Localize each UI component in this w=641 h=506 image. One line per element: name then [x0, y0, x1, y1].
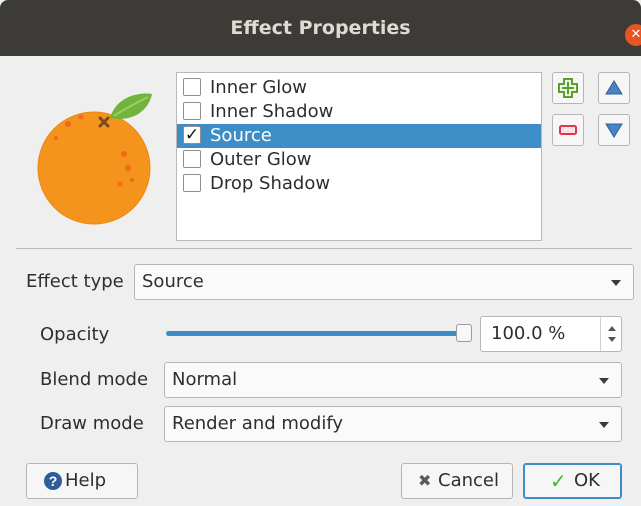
blend-mode-value: Normal [172, 369, 238, 390]
move-down-button[interactable] [598, 114, 630, 146]
effect-type-label: Effect type [26, 271, 124, 292]
cancel-button-label: Cancel [438, 470, 499, 491]
list-item-label: Inner Shadow [210, 101, 334, 122]
arrow-down-icon [605, 123, 623, 138]
list-item-selected[interactable]: ✓ Source [177, 124, 541, 148]
list-item[interactable]: Drop Shadow [177, 172, 541, 196]
checkbox-checked[interactable]: ✓ [183, 126, 201, 144]
ok-button[interactable]: ✓ OK [523, 463, 622, 499]
effect-preview-image [37, 93, 152, 225]
spin-separator [600, 317, 601, 351]
arrow-up-icon [605, 80, 623, 95]
move-up-button[interactable] [598, 72, 630, 104]
list-item[interactable]: Outer Glow [177, 148, 541, 172]
draw-mode-combo[interactable]: Render and modify [164, 406, 622, 442]
opacity-spinbox[interactable]: 100.0 % [480, 316, 622, 352]
chevron-down-icon [599, 422, 609, 428]
help-button-label: Help [65, 470, 107, 491]
checkbox[interactable] [183, 78, 201, 96]
close-icon: ✕ [630, 27, 641, 42]
checkbox[interactable] [183, 150, 201, 168]
cancel-icon: ✖ [418, 471, 432, 490]
checkmark-icon: ✓ [550, 469, 567, 493]
effect-list[interactable]: Inner Glow Inner Shadow ✓ Source Outer G… [176, 72, 542, 241]
divider [16, 248, 632, 249]
chevron-down-icon [611, 280, 621, 286]
close-button[interactable]: ✕ [625, 24, 641, 46]
add-effect-button[interactable] [552, 72, 584, 104]
blend-mode-combo[interactable]: Normal [164, 362, 622, 398]
plus-icon [558, 78, 578, 98]
list-item-label: Outer Glow [210, 149, 312, 170]
draw-mode-value: Render and modify [172, 413, 344, 434]
spin-down-icon[interactable] [608, 337, 616, 342]
checkbox[interactable] [183, 102, 201, 120]
opacity-value: 100.0 % [491, 323, 566, 344]
checkbox[interactable] [183, 174, 201, 192]
window-title: Effect Properties [230, 17, 411, 39]
opacity-slider-handle[interactable] [456, 324, 472, 342]
help-button[interactable]: ? Help [26, 463, 138, 499]
list-item-label: Drop Shadow [210, 173, 331, 194]
chevron-down-icon [599, 378, 609, 384]
orange-fruit [38, 112, 150, 224]
ok-button-label: OK [574, 470, 600, 491]
help-icon: ? [44, 472, 62, 490]
minus-icon [559, 125, 577, 135]
list-item[interactable]: Inner Glow [177, 76, 541, 100]
cancel-button[interactable]: ✖ Cancel [401, 463, 513, 499]
list-item-label: Source [210, 125, 272, 146]
list-item-label: Inner Glow [210, 77, 308, 98]
draw-mode-label: Draw mode [40, 413, 144, 434]
remove-effect-button[interactable] [552, 114, 584, 146]
opacity-slider-track[interactable] [166, 331, 466, 336]
svg-text:?: ? [49, 473, 58, 489]
effect-type-combo[interactable]: Source [134, 264, 634, 300]
opacity-label: Opacity [40, 324, 110, 345]
blend-mode-label: Blend mode [40, 369, 149, 390]
title-bar: Effect Properties ✕ [0, 0, 641, 56]
spin-up-icon[interactable] [608, 326, 616, 331]
list-item[interactable]: Inner Shadow [177, 100, 541, 124]
effect-type-value: Source [142, 271, 204, 292]
